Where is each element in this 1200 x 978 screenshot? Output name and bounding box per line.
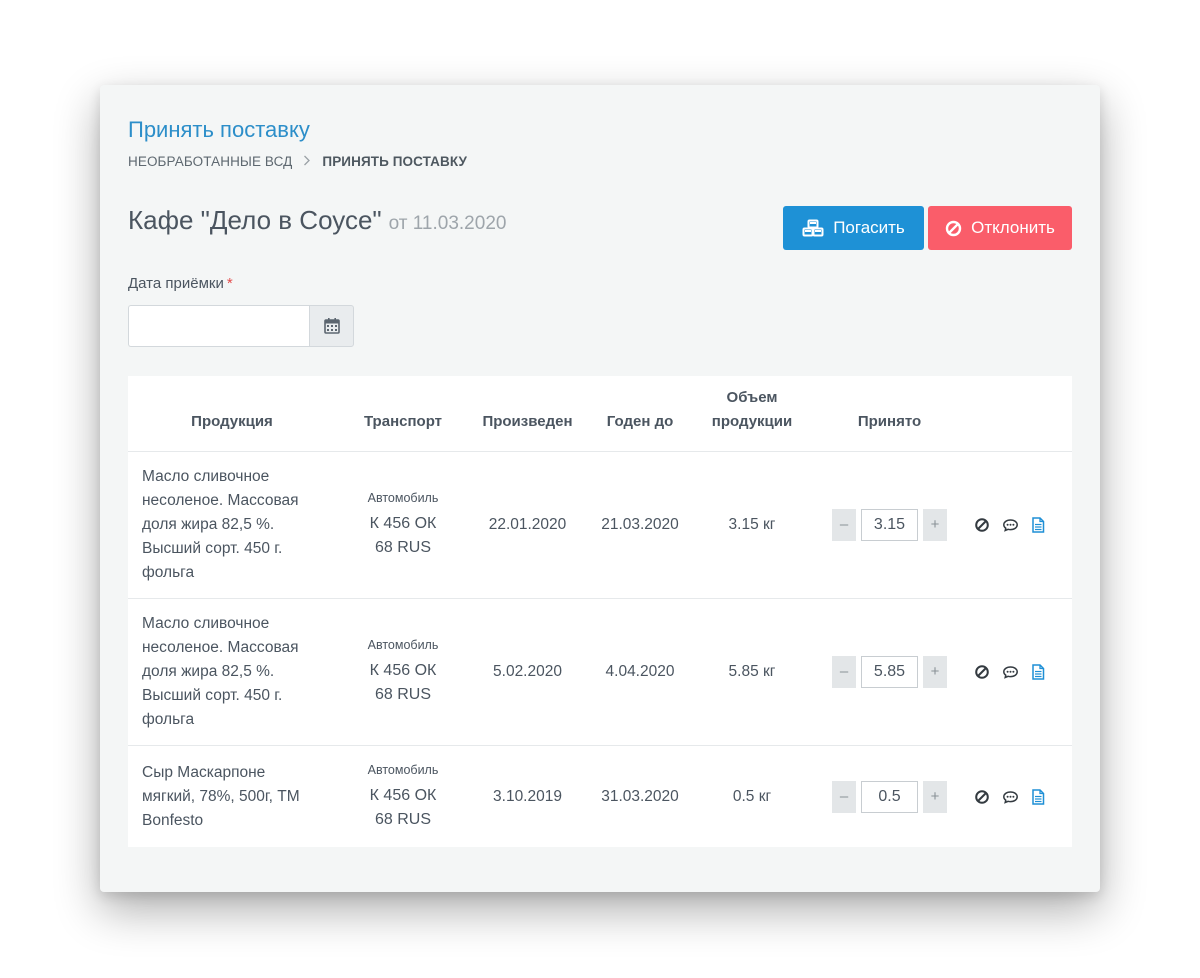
product-volume: 5.85 кг	[695, 597, 809, 745]
column-header-transport: Транспорт	[363, 412, 443, 430]
column-header-actions	[970, 376, 1072, 451]
organization-heading: Кафе "Дело в Соусе" от 11.03.2020	[128, 205, 506, 236]
product-name: Масло сливочное несоленое. Массовая доля…	[128, 450, 336, 598]
transport-type: Автомобиль	[367, 490, 439, 505]
increment-button[interactable]: +	[923, 780, 947, 813]
ban-icon[interactable]	[974, 789, 990, 805]
row-actions	[970, 744, 1072, 848]
product-volume: 0.5 кг	[695, 744, 809, 848]
product-name: Сыр Маскарпоне мягкий, 78%, 500г, ТМ Bon…	[128, 744, 336, 848]
increment-button[interactable]: +	[923, 508, 947, 541]
decrement-button[interactable]: –	[832, 780, 856, 813]
document-icon[interactable]	[1031, 663, 1045, 680]
table-header-row: Продукция Транспорт Произведен Годен до …	[128, 376, 1072, 451]
transport-cell: Автомобиль К 456 ОК 68 RUS	[336, 450, 470, 598]
ban-icon	[945, 220, 962, 236]
produced-date: 5.02.2020	[470, 597, 585, 745]
quantity-stepper: – 5.85 +	[809, 655, 970, 688]
table-row: Сыр Маскарпоне мягкий, 78%, 500г, ТМ Bon…	[128, 744, 1072, 848]
delivery-date: от 11.03.2020	[388, 213, 507, 234]
organization-name: Кафе "Дело в Соусе"	[128, 205, 382, 235]
table-row: Масло сливочное несоленое. Массовая доля…	[128, 450, 1072, 598]
document-icon[interactable]	[1031, 789, 1045, 805]
table-row: Масло сливочное несоленое. Массовая доля…	[128, 597, 1072, 745]
breadcrumb-separator-icon	[303, 154, 311, 169]
products-table: Продукция Транспорт Произведен Годен до …	[128, 376, 1072, 848]
accepted-stepper-cell: – 3.15 +	[809, 450, 970, 598]
accept-button-label: Погасить	[833, 218, 905, 237]
comment-icon[interactable]	[1002, 664, 1019, 680]
expiry-date: 21.03.2020	[585, 450, 695, 598]
comment-icon[interactable]	[1002, 517, 1019, 533]
transport-cell: Автомобиль К 456 ОК 68 RUS	[336, 744, 470, 848]
plate-number: К 456 ОК	[369, 514, 437, 532]
ban-icon[interactable]	[974, 517, 990, 533]
document-icon[interactable]	[1031, 516, 1045, 533]
column-header-product: Продукция	[191, 412, 273, 430]
transport-type: Автомобиль	[367, 637, 439, 652]
page-title: Принять поставку	[128, 117, 310, 142]
accepted-quantity-input[interactable]: 5.85	[861, 655, 918, 688]
accept-delivery-card: Принять поставку НЕОБРАБОТАННЫЕ ВСД ПРИН…	[100, 85, 1100, 892]
reject-button[interactable]: Отклонить	[928, 206, 1072, 250]
comment-icon[interactable]	[1002, 789, 1019, 805]
plate-region: 68 RUS	[374, 538, 432, 556]
increment-button[interactable]: +	[923, 655, 947, 688]
plate-region: 68 RUS	[374, 685, 432, 703]
quantity-stepper: – 3.15 +	[809, 508, 970, 541]
accepted-quantity-input[interactable]: 3.15	[861, 508, 918, 541]
column-header-expires: Годен до	[606, 412, 674, 430]
quantity-stepper: – 0.5 +	[809, 780, 970, 813]
accept-button[interactable]: Погасить	[783, 206, 924, 250]
ban-icon[interactable]	[974, 664, 990, 680]
transport-cell: Автомобиль К 456 ОК 68 RUS	[336, 597, 470, 745]
reject-button-label: Отклонить	[971, 218, 1055, 237]
plate-region: 68 RUS	[374, 810, 432, 828]
expiry-date: 31.03.2020	[585, 744, 695, 848]
row-actions	[970, 450, 1072, 598]
transport-type: Автомобиль	[367, 762, 439, 777]
expiry-date: 4.04.2020	[585, 597, 695, 745]
breadcrumb: НЕОБРАБОТАННЫЕ ВСД ПРИНЯТЬ ПОСТАВКУ	[128, 154, 467, 169]
accepted-stepper-cell: – 0.5 +	[809, 744, 970, 848]
decrement-button[interactable]: –	[832, 508, 856, 541]
acceptance-date-input[interactable]	[128, 305, 309, 347]
row-actions	[970, 597, 1072, 745]
plate-number: К 456 ОК	[369, 786, 437, 804]
calendar-button[interactable]	[309, 305, 354, 347]
accepted-stepper-cell: – 5.85 +	[809, 597, 970, 745]
produced-date: 3.10.2019	[470, 744, 585, 848]
produced-date: 22.01.2020	[470, 450, 585, 598]
column-header-produced: Произведен	[482, 412, 573, 430]
acceptance-date-picker	[128, 305, 354, 347]
decrement-button[interactable]: –	[832, 655, 856, 688]
required-mark: *	[226, 275, 233, 292]
calendar-icon	[323, 318, 340, 334]
product-volume: 3.15 кг	[695, 450, 809, 598]
acceptance-date-label: Дата приёмки *	[128, 275, 233, 292]
cubes-icon	[802, 219, 824, 237]
column-header-volume: Объем продукции	[711, 388, 793, 430]
breadcrumb-link-unprocessed[interactable]: НЕОБРАБОТАННЫЕ ВСД	[128, 154, 292, 169]
product-name: Масло сливочное несоленое. Массовая доля…	[128, 597, 336, 745]
column-header-accepted: Принято	[857, 412, 922, 430]
breadcrumb-current: ПРИНЯТЬ ПОСТАВКУ	[322, 154, 468, 169]
accepted-quantity-input[interactable]: 0.5	[861, 780, 918, 813]
plate-number: К 456 ОК	[369, 661, 437, 679]
